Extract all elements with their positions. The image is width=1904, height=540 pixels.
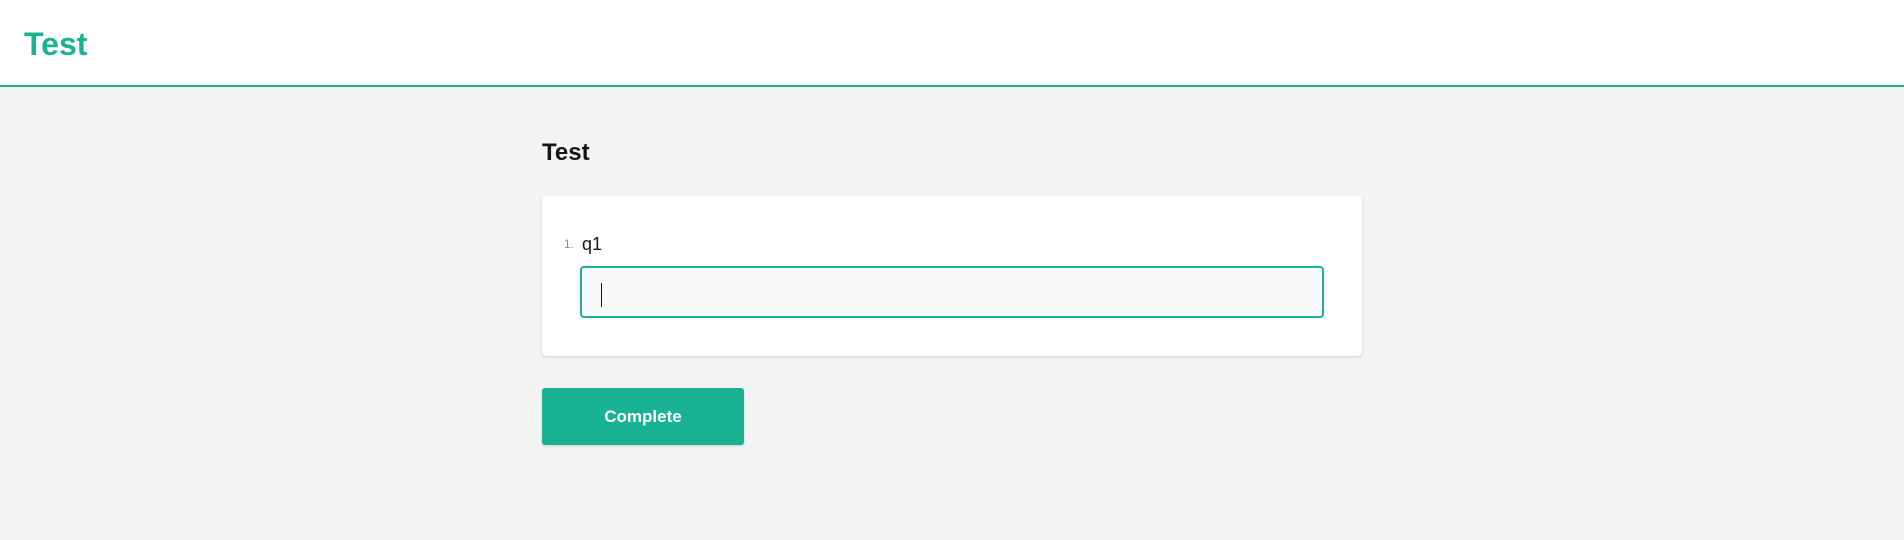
complete-button[interactable]: Complete xyxy=(542,388,744,445)
question-card: 1. q1 xyxy=(542,196,1362,356)
question-number: 1. xyxy=(564,237,575,251)
survey-title: Test xyxy=(542,139,590,166)
top-header: Test xyxy=(0,0,1904,87)
brand-title: Test xyxy=(24,26,88,62)
text-cursor xyxy=(601,283,602,307)
question-title: q1 xyxy=(582,234,603,254)
question-answer-input[interactable] xyxy=(580,266,1324,318)
